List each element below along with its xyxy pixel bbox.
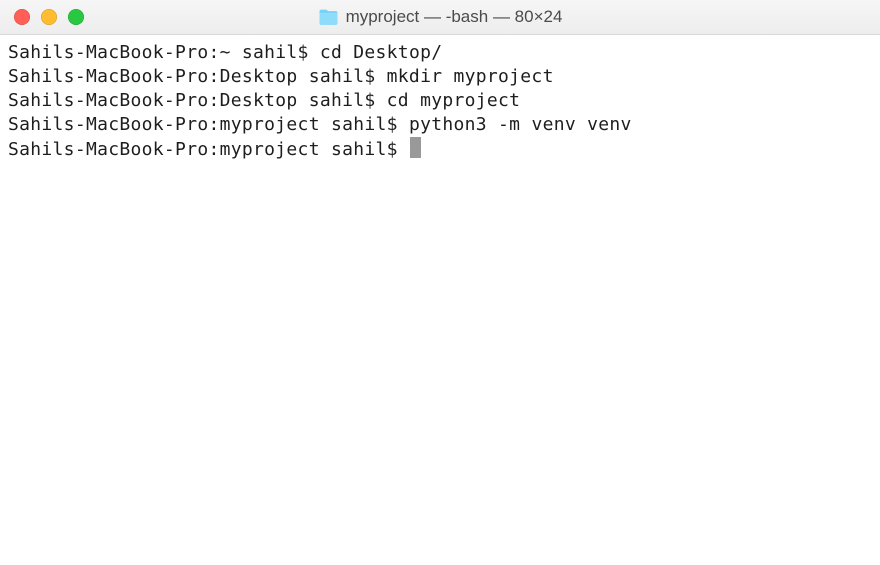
terminal-line: Sahils-MacBook-Pro:Desktop sahil$ cd myp… [8,89,872,113]
close-icon[interactable] [14,9,30,25]
terminal-line: Sahils-MacBook-Pro:~ sahil$ cd Desktop/ [8,41,872,65]
window-title: myproject — -bash — 80×24 [346,7,563,27]
prompt: Sahils-MacBook-Pro:~ sahil$ [8,42,320,63]
prompt: Sahils-MacBook-Pro:Desktop sahil$ [8,90,387,111]
command: mkdir myproject [387,66,554,87]
traffic-lights [0,9,84,25]
zoom-icon[interactable] [68,9,84,25]
command: cd myproject [387,90,521,111]
terminal-body[interactable]: Sahils-MacBook-Pro:~ sahil$ cd Desktop/ … [0,35,880,168]
prompt: Sahils-MacBook-Pro:myproject sahil$ [8,139,409,160]
cursor-icon [410,137,421,158]
window-title-area: myproject — -bash — 80×24 [0,7,880,27]
folder-icon [318,9,339,26]
prompt: Sahils-MacBook-Pro:myproject sahil$ [8,114,409,135]
command: python3 -m venv venv [409,114,632,135]
window-titlebar: myproject — -bash — 80×24 [0,0,880,35]
command: cd Desktop/ [320,42,443,63]
prompt: Sahils-MacBook-Pro:Desktop sahil$ [8,66,387,87]
minimize-icon[interactable] [41,9,57,25]
terminal-line: Sahils-MacBook-Pro:Desktop sahil$ mkdir … [8,65,872,89]
terminal-line: Sahils-MacBook-Pro:myproject sahil$ pyth… [8,113,872,137]
terminal-line: Sahils-MacBook-Pro:myproject sahil$ [8,137,872,162]
